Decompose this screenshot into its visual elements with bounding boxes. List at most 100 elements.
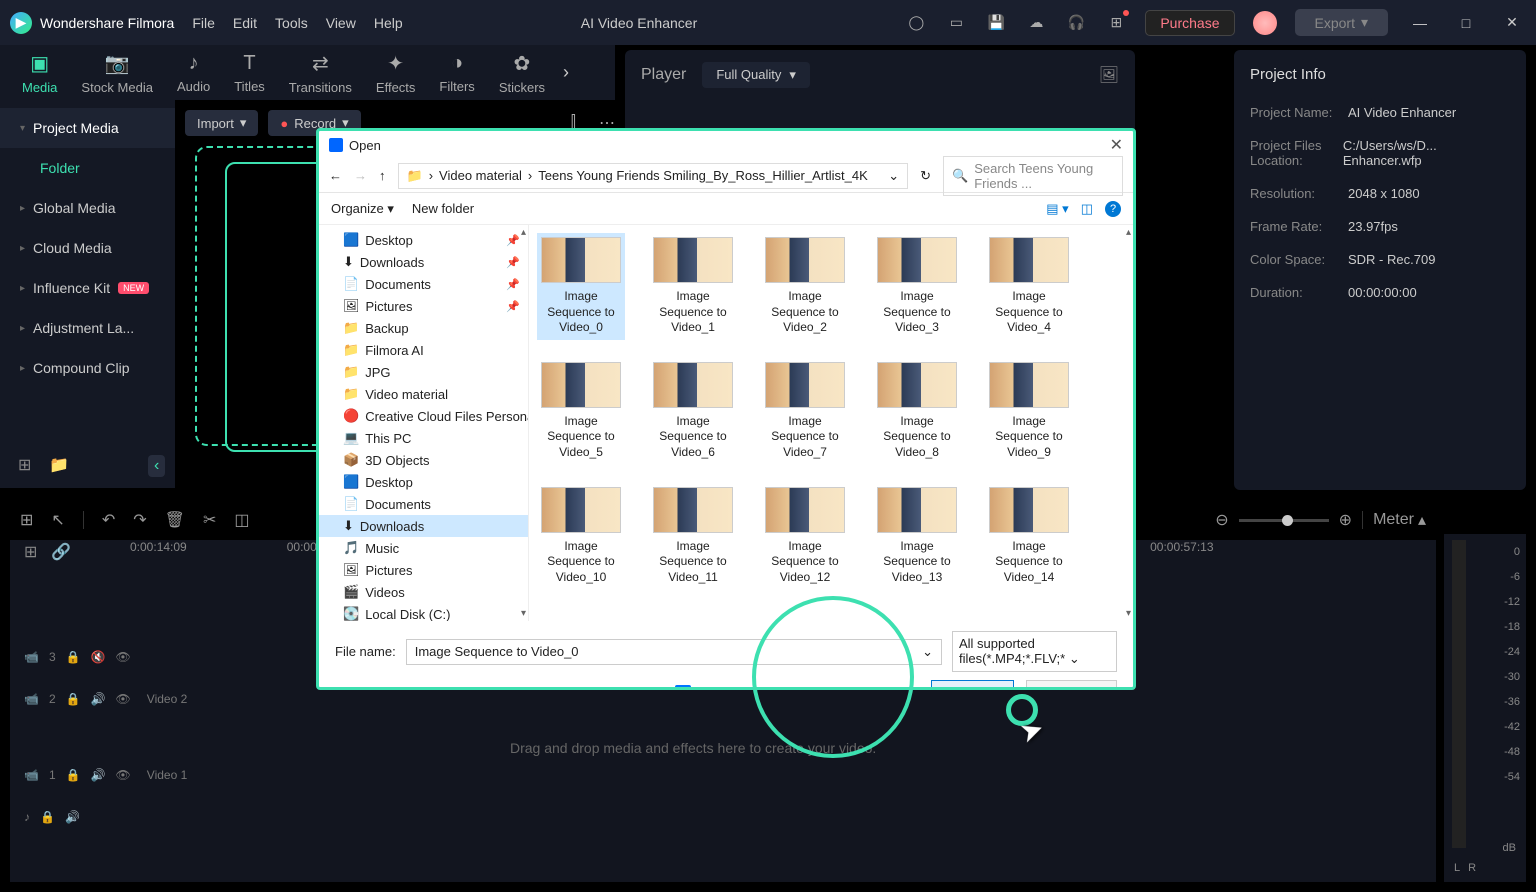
lock-icon[interactable]: 🔒 (66, 650, 81, 664)
file-item[interactable]: Image Sequence to Video_6 (649, 358, 737, 465)
scroll-up-icon[interactable]: ▴ (521, 227, 526, 238)
tree-node[interactable]: 📁JPG (319, 361, 528, 383)
eye-icon[interactable]: 👁 (116, 768, 131, 782)
file-item[interactable]: Image Sequence to Video_10 (537, 483, 625, 590)
help-icon[interactable]: ? (1105, 201, 1121, 217)
apps-icon[interactable]: ⊞ (1105, 12, 1127, 34)
file-item[interactable]: Image Sequence to Video_1 (649, 233, 737, 340)
tree-node[interactable]: 📁Video material (319, 383, 528, 405)
snapshot-icon[interactable]: 🖼 (1099, 65, 1119, 85)
pin-icon[interactable]: 📌 (506, 300, 520, 313)
sidebar-project-media[interactable]: ▾Project Media (0, 108, 175, 148)
new-folder-button[interactable]: New folder (412, 201, 474, 216)
add-track-icon[interactable]: ⊞ (24, 542, 37, 562)
meter-toggle[interactable]: Meter ▴ (1373, 510, 1426, 530)
quality-dropdown[interactable]: Full Quality▾ (702, 62, 810, 88)
refresh-icon[interactable]: ↻ (920, 168, 931, 184)
sidebar-compound-clip[interactable]: ▸Compound Clip (0, 348, 175, 388)
pin-icon[interactable]: 📌 (506, 234, 520, 247)
open-button[interactable]: Open (931, 680, 1014, 690)
lock-icon[interactable]: 🔒 (40, 810, 55, 824)
tab-filters[interactable]: ◑Filters (429, 46, 484, 100)
pin-icon[interactable]: 📌 (506, 278, 520, 291)
mute-icon[interactable]: 🔇 (91, 650, 106, 664)
file-item[interactable]: Image Sequence to Video_5 (537, 358, 625, 465)
file-item[interactable]: Image Sequence to Video_14 (985, 483, 1073, 590)
zoom-out-icon[interactable]: ⊖ (1215, 510, 1228, 530)
sidebar-cloud-media[interactable]: ▸Cloud Media (0, 228, 175, 268)
tree-node[interactable]: 💽Local Disk (C:) (319, 603, 528, 621)
avatar[interactable] (1253, 11, 1277, 35)
tab-media[interactable]: ▣Media (12, 45, 67, 101)
image-sequence-checkbox[interactable]: Image Sequence (675, 684, 810, 690)
maximize-button[interactable]: □ (1452, 9, 1480, 37)
nav-forward-icon[interactable]: → (354, 168, 367, 183)
file-item[interactable]: Image Sequence to Video_11 (649, 483, 737, 590)
file-item[interactable]: Image Sequence to Video_4 (985, 233, 1073, 340)
pointer-icon[interactable]: ↖ (51, 510, 64, 530)
import-button[interactable]: Import▾ (185, 110, 258, 136)
track-audio[interactable]: ♪🔒🔊 (10, 798, 1436, 836)
scroll-down-icon[interactable]: ▾ (1126, 608, 1131, 619)
tabs-more-icon[interactable]: › (563, 62, 569, 83)
menu-edit[interactable]: Edit (233, 15, 257, 31)
link-icon[interactable]: 🔗 (51, 542, 71, 562)
tree-node[interactable]: 📦3D Objects (319, 449, 528, 471)
file-item[interactable]: Image Sequence to Video_7 (761, 358, 849, 465)
crumb-part[interactable]: Video material (439, 168, 522, 183)
sidebar-folder[interactable]: Folder (0, 148, 175, 188)
headphone-icon[interactable]: 🎧 (1065, 12, 1087, 34)
folder-icon[interactable]: 📁 (49, 455, 69, 475)
collapse-sidebar-icon[interactable]: ‹ (148, 455, 165, 477)
folder-tree[interactable]: ▴ ▾ 🟦Desktop📌⬇Downloads📌📄Documents📌🖼Pict… (319, 225, 529, 621)
tab-audio[interactable]: ♪Audio (167, 46, 220, 100)
file-item[interactable]: Image Sequence to Video_3 (873, 233, 961, 340)
tree-node[interactable]: 🟦Desktop (319, 471, 528, 493)
organize-menu[interactable]: Organize ▾ (331, 201, 394, 217)
purchase-button[interactable]: Purchase (1145, 10, 1234, 36)
tree-node[interactable]: ⬇Downloads (319, 515, 528, 537)
zoom-in-icon[interactable]: ⊕ (1339, 510, 1352, 530)
search-box[interactable]: 🔍Search Teens Young Friends ... (943, 156, 1123, 196)
tree-node[interactable]: 🟦Desktop📌 (319, 229, 528, 251)
preview-pane-icon[interactable]: ◫ (1081, 201, 1093, 217)
file-grid[interactable]: ▴ ▾ Image Sequence to Video_0Image Seque… (529, 225, 1133, 621)
scroll-down-icon[interactable]: ▾ (521, 608, 526, 619)
sidebar-adjustment-layer[interactable]: ▸Adjustment La... (0, 308, 175, 348)
close-button[interactable]: ✕ (1498, 9, 1526, 37)
menu-view[interactable]: View (326, 15, 356, 31)
volume-icon[interactable]: 🔊 (91, 768, 106, 782)
volume-icon[interactable]: 🔊 (91, 692, 106, 706)
tree-node[interactable]: 🎬Videos (319, 581, 528, 603)
pin-icon[interactable]: 📌 (506, 256, 520, 269)
menu-file[interactable]: File (192, 15, 215, 31)
lock-icon[interactable]: 🔒 (66, 692, 81, 706)
volume-icon[interactable]: 🔊 (65, 810, 80, 824)
tree-node[interactable]: 📄Documents📌 (319, 273, 528, 295)
tab-titles[interactable]: TTitles (224, 46, 275, 100)
zoom-slider[interactable] (1239, 519, 1329, 522)
crumb-part[interactable]: Teens Young Friends Smiling_By_Ross_Hill… (538, 168, 868, 183)
menu-help[interactable]: Help (374, 15, 403, 31)
tree-node[interactable]: ⬇Downloads📌 (319, 251, 528, 273)
tab-effects[interactable]: ✦Effects (366, 45, 426, 101)
sidebar-influence-kit[interactable]: ▸Influence KitNEW (0, 268, 175, 308)
tree-node[interactable]: 📁Filmora AI (319, 339, 528, 361)
sidebar-global-media[interactable]: ▸Global Media (0, 188, 175, 228)
tree-node[interactable]: 🖼Pictures (319, 559, 528, 581)
tab-stickers[interactable]: ✿Stickers (489, 45, 555, 101)
file-item[interactable]: Image Sequence to Video_2 (761, 233, 849, 340)
tab-transitions[interactable]: ⇄Transitions (279, 45, 362, 101)
chevron-down-icon[interactable]: ⌄ (888, 168, 899, 184)
file-item[interactable]: Image Sequence to Video_12 (761, 483, 849, 590)
file-item[interactable]: Image Sequence to Video_0 (537, 233, 625, 340)
file-type-dropdown[interactable]: All supported files(*.MP4;*.FLV;* ⌄ (952, 631, 1117, 672)
new-folder-icon[interactable]: ⊞ (18, 455, 31, 475)
save-icon[interactable]: 💾 (985, 12, 1007, 34)
chevron-down-icon[interactable]: ⌄ (922, 644, 933, 660)
slider-thumb[interactable] (1282, 515, 1293, 526)
cut-icon[interactable]: ✂ (203, 510, 216, 530)
view-mode-icon[interactable]: ▤ ▾ (1046, 201, 1068, 217)
nav-up-icon[interactable]: ↑ (379, 168, 386, 183)
delete-icon[interactable]: 🗑 (165, 510, 185, 530)
